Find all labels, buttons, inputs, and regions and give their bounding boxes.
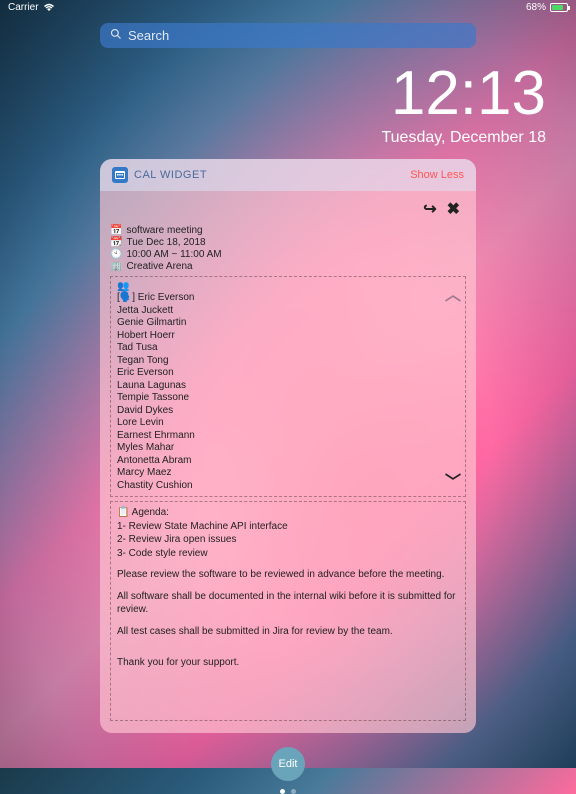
- carrier-label: Carrier: [8, 2, 39, 13]
- clock-icon: 🕙: [110, 249, 122, 260]
- search-bar[interactable]: Search: [100, 23, 476, 48]
- participant-list: [🗣️] Eric Everson Jetta Juckett Genie Gi…: [117, 292, 459, 492]
- calendar-icon: 📅: [110, 225, 122, 236]
- agenda-header: 📋 Agenda:: [117, 506, 459, 520]
- cal-widget-app-icon: [112, 167, 128, 183]
- list-item: Launa Lagunas: [117, 380, 459, 393]
- page-dot: [291, 789, 296, 794]
- meeting-title: software meeting: [126, 225, 202, 236]
- list-item: Myles Mahar: [117, 442, 459, 455]
- meeting-date-row: 📆 Tue Dec 18, 2018: [110, 237, 466, 248]
- meeting-location: Creative Arena: [126, 261, 192, 272]
- wifi-icon: [43, 3, 55, 12]
- meeting-location-row: 🏢 Creative Arena: [110, 261, 466, 272]
- meeting-title-row: 📅 software meeting: [110, 225, 466, 236]
- agenda-text: All test cases shall be submitted in Jir…: [117, 625, 459, 639]
- date-icon: 📆: [110, 237, 122, 248]
- chevron-down-icon[interactable]: ﹀: [445, 468, 461, 492]
- status-bar: Carrier 68%: [0, 0, 576, 15]
- list-item: Chastity Cushion: [117, 480, 459, 493]
- clock-time: 12:13: [0, 63, 546, 125]
- participant-speaker: [🗣️] Eric Everson: [117, 292, 459, 305]
- page-indicator[interactable]: [0, 789, 576, 794]
- list-item: Antonetta Abram: [117, 455, 459, 468]
- meeting-time-row: 🕙 10:00 AM ~ 11:00 AM: [110, 249, 466, 260]
- agenda-text: Please review the software to be reviewe…: [117, 568, 459, 582]
- agenda-box: 📋 Agenda: 1- Review State Machine API in…: [110, 501, 466, 721]
- list-item: Marcy Maez: [117, 467, 459, 480]
- agenda-closing: Thank you for your support.: [117, 656, 459, 670]
- close-icon[interactable]: ✖: [447, 199, 460, 219]
- list-item: Tempie Tassone: [117, 392, 459, 405]
- search-placeholder: Search: [128, 28, 169, 43]
- widget-app-name: CAL WIDGET: [134, 169, 207, 181]
- list-item: Lore Levin: [117, 417, 459, 430]
- share-icon[interactable]: ↪: [423, 199, 436, 219]
- cal-widget-card: CAL WIDGET Show Less ↪ ✖ 📅 software meet…: [100, 159, 476, 733]
- list-item: Hobert Hoerr: [117, 330, 459, 343]
- battery-icon: [550, 3, 568, 12]
- meeting-date: Tue Dec 18, 2018: [126, 237, 205, 248]
- list-item: Tad Tusa: [117, 342, 459, 355]
- list-item: Jetta Juckett: [117, 305, 459, 318]
- list-item: Eric Everson: [117, 367, 459, 380]
- list-item: Tegan Tong: [117, 355, 459, 368]
- list-item: Genie Gilmartin: [117, 317, 459, 330]
- chevron-up-icon[interactable]: ︿: [445, 281, 461, 305]
- agenda-item: 1- Review State Machine API interface: [117, 520, 459, 534]
- show-less-button[interactable]: Show Less: [410, 169, 464, 181]
- list-item: Earnest Ehrmann: [117, 430, 459, 443]
- agenda-text: All software shall be documented in the …: [117, 590, 459, 617]
- participants-box: 👥 [🗣️] Eric Everson Jetta Juckett Genie …: [110, 276, 466, 497]
- search-icon: [110, 28, 122, 43]
- clock-area: 12:13 Tuesday, December 18: [0, 63, 576, 147]
- building-icon: 🏢: [110, 261, 122, 272]
- page-dot: [280, 789, 285, 794]
- battery-percent: 68%: [526, 2, 546, 13]
- agenda-item: 2- Review Jira open issues: [117, 533, 459, 547]
- clock-date: Tuesday, December 18: [0, 129, 546, 147]
- list-item: David Dykes: [117, 405, 459, 418]
- people-icon: 👥: [117, 281, 459, 292]
- edit-button-label: Edit: [279, 758, 298, 770]
- edit-button[interactable]: Edit: [271, 747, 305, 781]
- widget-header: CAL WIDGET Show Less: [100, 159, 476, 191]
- meeting-time: 10:00 AM ~ 11:00 AM: [126, 249, 221, 260]
- agenda-item: 3- Code style review: [117, 547, 459, 561]
